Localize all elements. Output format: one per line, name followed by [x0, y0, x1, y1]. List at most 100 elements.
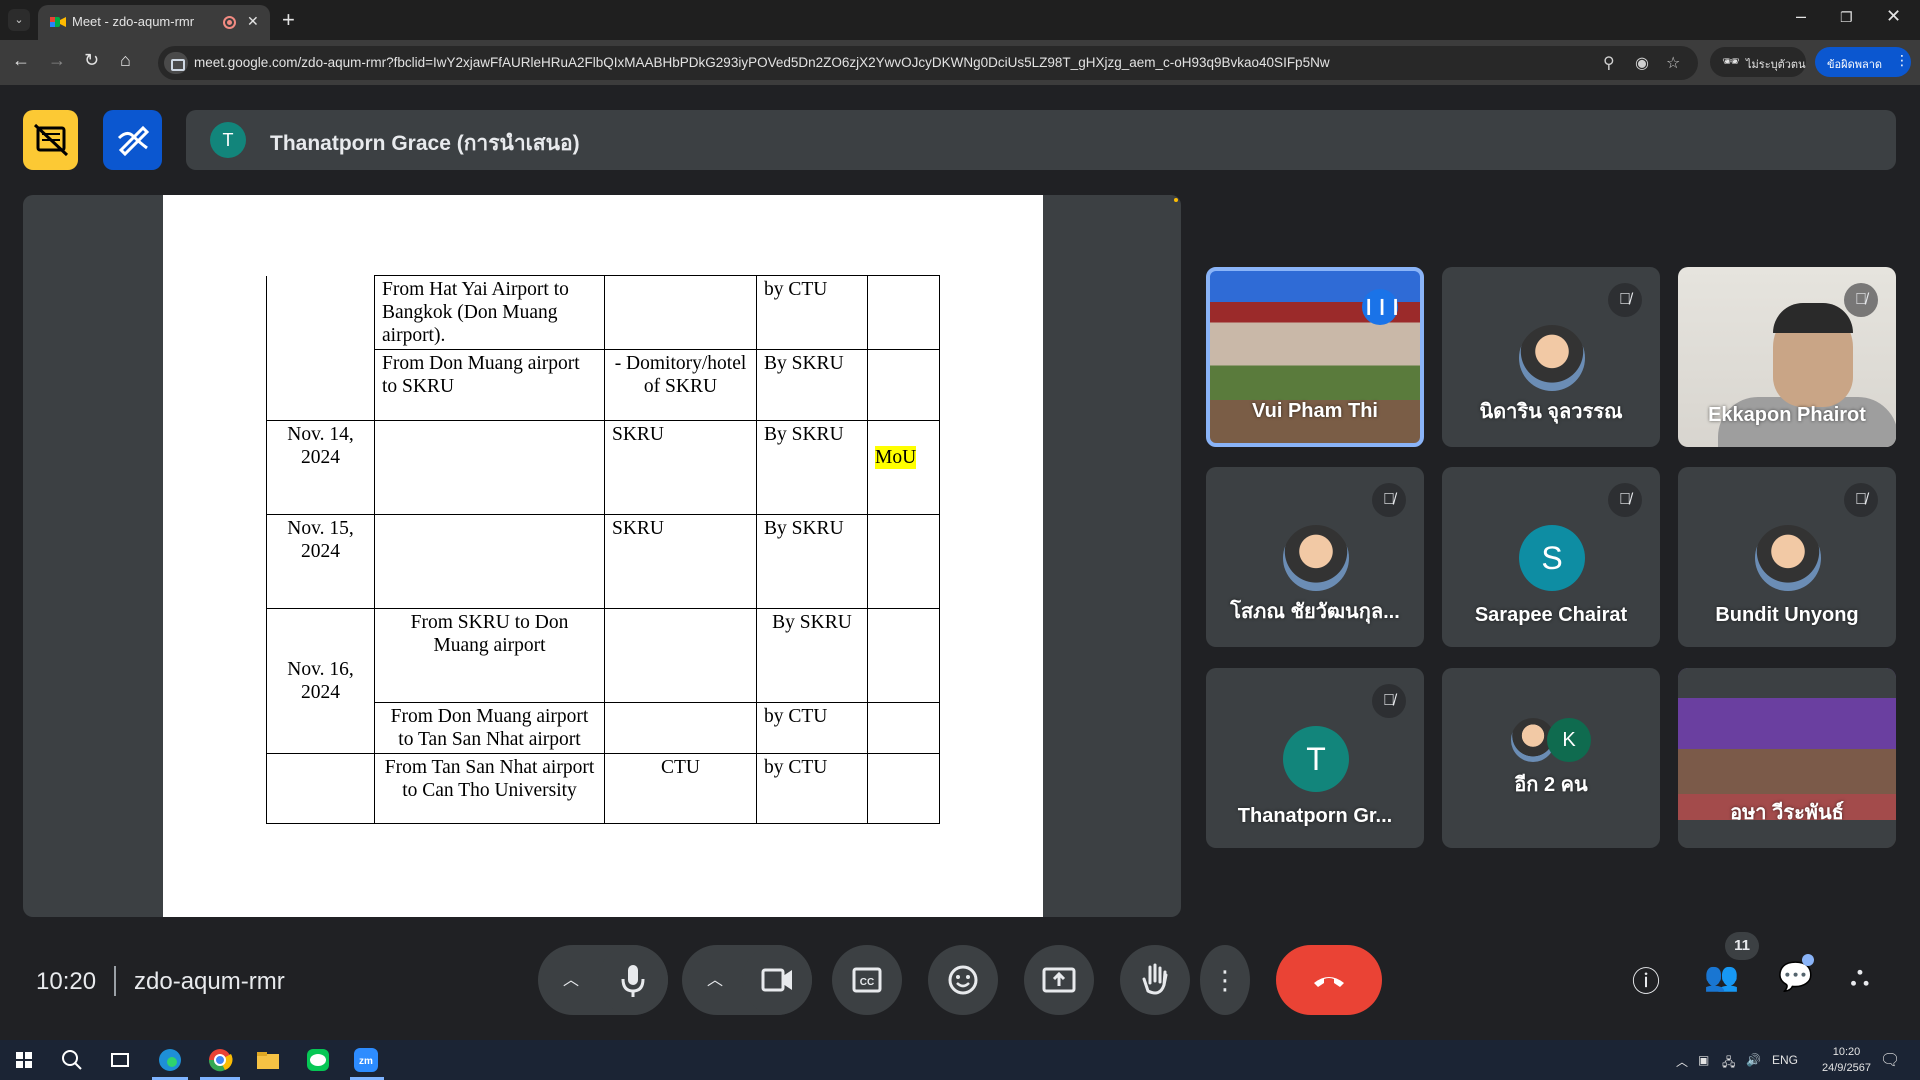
meeting-details-icon[interactable]: ⓘ: [1632, 960, 1660, 1000]
transport-cell: by CTU: [756, 275, 868, 350]
window-close-icon[interactable]: ✕: [1886, 6, 1901, 27]
participant-name: Ekkapon Phairot: [1708, 404, 1866, 426]
participant-tile[interactable]: 🎙̸ S Sarapee Chairat: [1442, 467, 1660, 647]
date-cell: [266, 753, 375, 824]
forward-icon[interactable]: →: [48, 50, 66, 71]
tab-search-button[interactable]: ⌄: [8, 9, 30, 31]
camera-button[interactable]: [742, 945, 812, 1015]
back-icon[interactable]: ←: [12, 50, 30, 71]
taskbar-date: 24/9/2567: [1822, 1062, 1871, 1074]
participant-name: Bundit Unyong: [1715, 604, 1859, 626]
task-view-icon[interactable]: [106, 1046, 134, 1074]
participant-name: Sarapee Chairat: [1474, 604, 1628, 626]
tray-overflow-icon[interactable]: ︿: [1676, 1053, 1688, 1070]
home-icon[interactable]: ⌂: [120, 50, 131, 71]
mic-off-icon: 🎙̸: [1372, 684, 1406, 718]
tracking-eye-icon[interactable]: ◉: [1635, 53, 1649, 73]
notifications-icon[interactable]: 🗨: [1880, 1050, 1900, 1070]
line-app-icon[interactable]: [304, 1046, 332, 1074]
chrome-icon[interactable]: [206, 1046, 234, 1074]
raise-hand-icon: [1142, 963, 1168, 995]
volume-icon[interactable]: 🔊: [1746, 1053, 1761, 1067]
participant-tile[interactable]: ❙❙❙ Vui Pham Thi: [1206, 267, 1424, 447]
zoom-icon[interactable]: ⚲: [1603, 53, 1615, 73]
camera-icon: [761, 968, 792, 992]
meet-tray-icon[interactable]: ▣: [1698, 1053, 1709, 1067]
chat-notification-dot: [1802, 954, 1814, 966]
participant-name: Thanatporn Gr...: [1237, 805, 1393, 827]
windows-start-icon[interactable]: [10, 1046, 38, 1074]
more-participants-tile[interactable]: K อีก 2 คน: [1442, 668, 1660, 848]
video-hair: [1773, 303, 1853, 333]
divider: [114, 966, 116, 996]
presenter-title: Thanatporn Grace (การนำเสนอ): [270, 132, 580, 155]
transport-cell: By SKRU: [756, 514, 868, 609]
search-icon[interactable]: [58, 1046, 86, 1074]
participant-tile[interactable]: 🎙̸ T Thanatporn Gr...: [1206, 668, 1424, 848]
incognito-indicator[interactable]: 🕶 ไม่ระบุตัวตน: [1710, 47, 1806, 77]
reload-icon[interactable]: ↻: [84, 50, 99, 71]
route-cell: From Don Muang airport to SKRU: [374, 349, 605, 421]
transport-cell: By SKRU: [756, 420, 868, 515]
route-cell: [374, 514, 605, 609]
avatar: T: [1283, 726, 1349, 792]
edge-icon[interactable]: [156, 1046, 184, 1074]
recording-indicator-icon: [223, 16, 236, 29]
raise-hand-button[interactable]: [1120, 945, 1190, 1015]
note-cell: [867, 514, 940, 609]
people-icon[interactable]: 👥: [1704, 960, 1739, 993]
microphone-icon: [621, 965, 645, 997]
note-cell: [867, 349, 940, 421]
participant-tile[interactable]: 🎙̸ Ekkapon Phairot: [1678, 267, 1896, 447]
microphone-button[interactable]: [598, 945, 668, 1015]
leave-call-button[interactable]: [1276, 945, 1382, 1015]
participant-tile[interactable]: อุษา วีระพันธ์: [1678, 668, 1896, 848]
new-tab-button[interactable]: +: [282, 7, 295, 33]
participant-tile[interactable]: 🎙̸ Bundit Unyong: [1678, 467, 1896, 647]
participant-name: โสภณ ชัยวัฒนกุล...: [1230, 601, 1400, 623]
note-cell: [867, 275, 940, 350]
audio-options-chevron-icon[interactable]: ︿: [563, 966, 579, 990]
date-cell: [266, 275, 375, 421]
activities-icon[interactable]: ⛬: [1850, 960, 1870, 993]
video-options-chevron-icon[interactable]: ︿: [707, 966, 723, 990]
speaking-indicator-icon: ❙❙❙: [1362, 289, 1402, 325]
date-cell: Nov. 16, 2024: [266, 608, 375, 754]
taskbar-time: 10:20: [1832, 1046, 1861, 1058]
avatar: [1283, 525, 1349, 591]
network-icon[interactable]: 🖧: [1722, 1053, 1735, 1074]
shared-document: From Hat Yai Airport to Bangkok (Don Mua…: [163, 195, 1043, 917]
avatar: [1755, 525, 1821, 591]
accommodation-cell: [604, 608, 757, 703]
participant-count-badge: 11: [1725, 932, 1759, 960]
table-row: From Hat Yai Airport to Bangkok (Don Mua…: [266, 275, 940, 421]
file-explorer-icon[interactable]: [254, 1046, 282, 1074]
windows-taskbar: [0, 1040, 1920, 1080]
annotate-button[interactable]: [103, 110, 162, 170]
restore-icon[interactable]: ❐: [1840, 9, 1853, 26]
note-cell: [867, 608, 940, 703]
more-options-button[interactable]: ⋮: [1200, 945, 1250, 1015]
captions-button[interactable]: CC: [832, 945, 902, 1015]
minimize-icon[interactable]: –: [1796, 6, 1806, 27]
browser-menu-icon[interactable]: ⋮: [1895, 52, 1909, 69]
reactions-button[interactable]: [928, 945, 998, 1015]
route-cell: From Tan San Nhat airport to Can Tho Uni…: [374, 753, 605, 824]
present-screen-icon: [1042, 967, 1076, 993]
language-indicator[interactable]: ENG: [1772, 1053, 1798, 1067]
site-info-icon[interactable]: [164, 52, 188, 74]
address-bar[interactable]: meet.google.com/zdo-aqum-rmr?fbclid=IwY2…: [158, 46, 1698, 80]
mic-off-icon: 🎙̸: [1372, 483, 1406, 517]
note-cell: [867, 702, 940, 754]
present-screen-button[interactable]: [1024, 945, 1094, 1015]
close-tab-icon[interactable]: ✕: [247, 13, 259, 30]
bookmark-star-icon[interactable]: ☆: [1666, 53, 1680, 73]
taskbar-clock[interactable]: 10:20 24/9/2567: [1822, 1044, 1871, 1076]
participant-tile[interactable]: 🎙̸ โสภณ ชัยวัฒนกุล...: [1206, 467, 1424, 647]
transport-cell: by CTU: [756, 753, 868, 824]
zoom-app-icon[interactable]: zm: [352, 1046, 380, 1074]
stop-presenting-layout-button[interactable]: [23, 110, 78, 170]
participant-tile[interactable]: 🎙̸ นิดาริน จุลวรรณ: [1442, 267, 1660, 447]
annotate-pen-icon: [117, 125, 150, 157]
browser-tab-meet[interactable]: Meet - zdo-aqum-rmr ✕: [38, 5, 270, 40]
